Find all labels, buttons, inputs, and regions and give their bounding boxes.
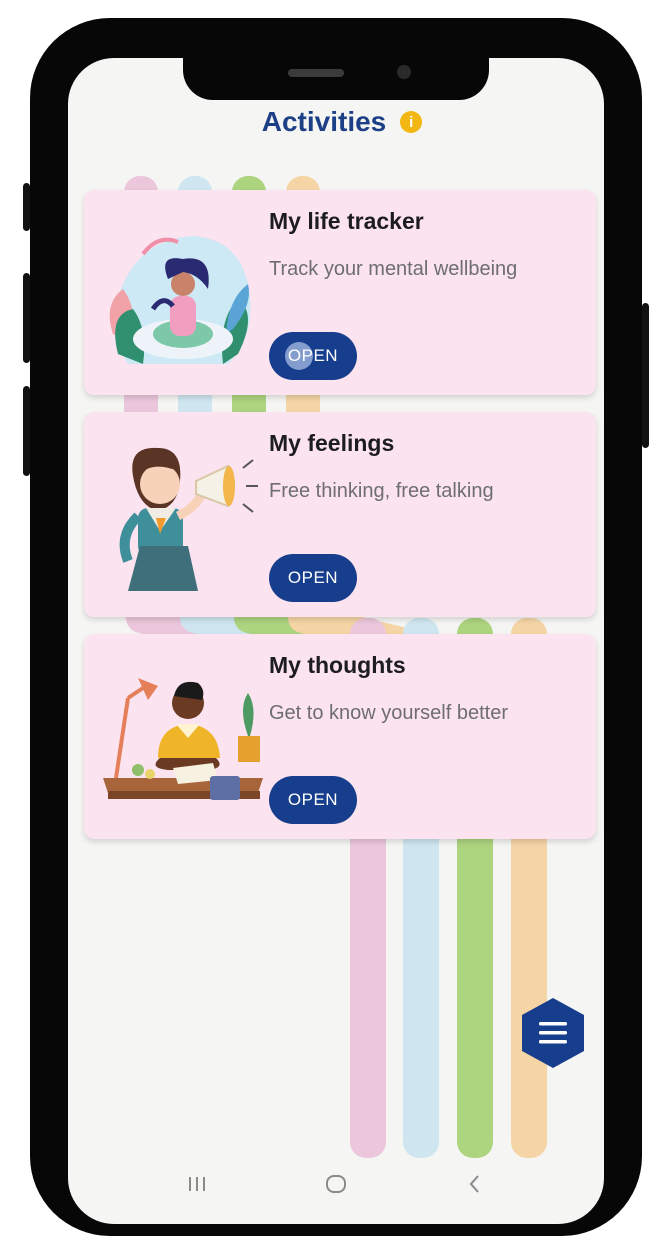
- app-screen: Activities i My life tracker Track your …: [68, 58, 604, 1224]
- card-title: My feelings: [269, 430, 395, 456]
- meditating-woman-illustration: [109, 236, 251, 364]
- phone-side-button: [23, 183, 30, 231]
- card-subtitle: Track your mental wellbeing: [269, 258, 518, 280]
- menu-fab-button[interactable]: [520, 996, 586, 1070]
- phone-volume-down-button: [23, 386, 30, 476]
- system-nav-bar: [68, 1144, 604, 1224]
- speaker-grille: [288, 69, 344, 77]
- card-subtitle: Get to know yourself better: [269, 702, 509, 724]
- menu-icon: [539, 1022, 567, 1044]
- open-life-tracker-button[interactable]: OPEN: [269, 332, 357, 380]
- open-button-label: OPEN: [287, 346, 339, 365]
- phone-volume-up-button: [23, 273, 30, 363]
- card-title: My thoughts: [269, 652, 406, 678]
- phone-power-button: [642, 303, 649, 448]
- open-feelings-button[interactable]: OPEN: [269, 554, 357, 602]
- front-camera: [397, 65, 411, 79]
- info-icon[interactable]: i: [400, 111, 423, 133]
- card-subtitle: Free thinking, free talking: [269, 480, 494, 502]
- activity-card-feelings: My feelings Free thinking, free talking …: [84, 412, 596, 617]
- back-icon[interactable]: [455, 1164, 495, 1204]
- man-writing-at-desk-illustration: [103, 678, 263, 800]
- recents-icon[interactable]: [177, 1164, 217, 1204]
- phone-notch: [183, 58, 489, 100]
- activity-card-thoughts: My thoughts Get to know yourself better …: [84, 634, 596, 839]
- girl-with-megaphone-illustration: [119, 447, 258, 591]
- home-icon[interactable]: [316, 1164, 356, 1204]
- page-title: Activities: [261, 106, 387, 137]
- card-title: My life tracker: [269, 208, 424, 234]
- header: Activities i: [68, 102, 604, 142]
- open-thoughts-button[interactable]: OPEN: [269, 776, 357, 824]
- activity-card-life-tracker: My life tracker Track your mental wellbe…: [84, 190, 596, 395]
